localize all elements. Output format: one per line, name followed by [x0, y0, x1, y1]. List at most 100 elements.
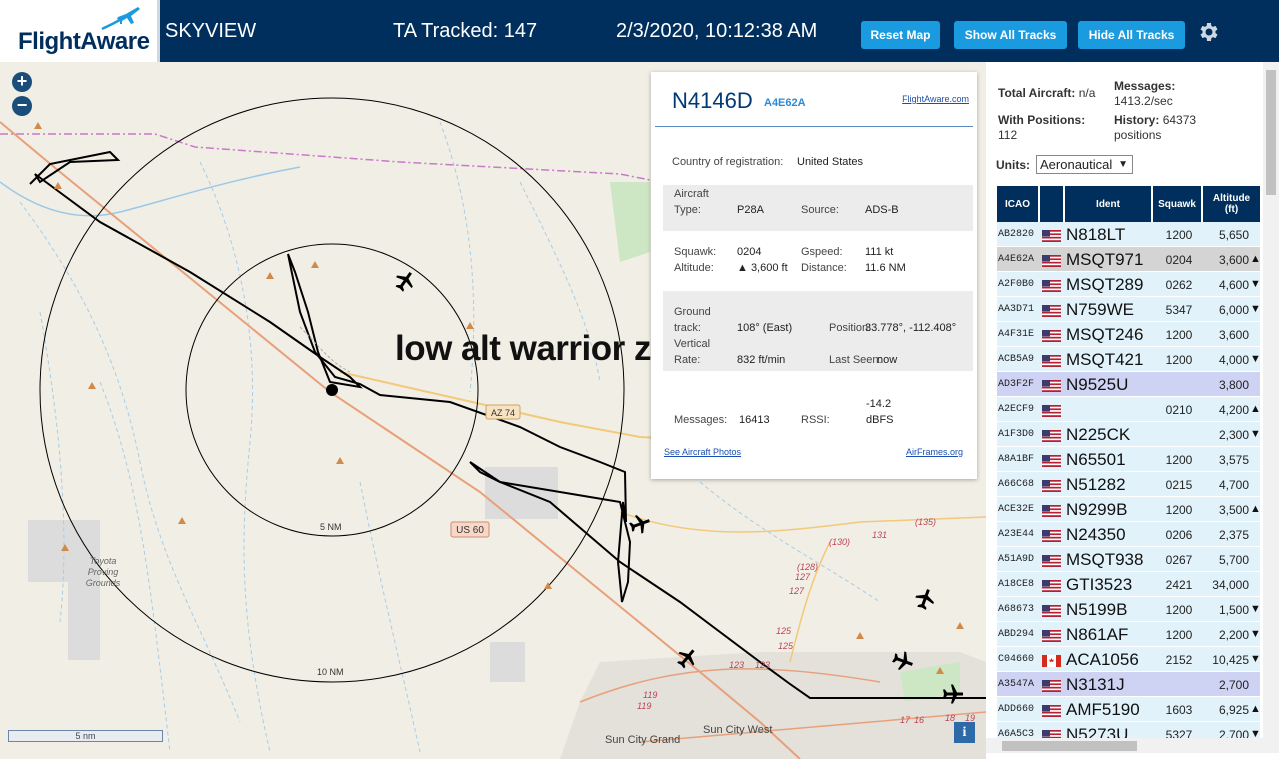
table-row[interactable]: A18CE8 GTI3523 2421 34,000 [997, 572, 1260, 597]
rssi-value: -14.2 [866, 398, 892, 410]
table-row[interactable]: ADD660 AMF5190 1603 6,925 ▲ [997, 697, 1261, 722]
gear-icon[interactable] [1196, 20, 1220, 44]
icao-cell: A4F31E [998, 329, 1035, 340]
vertical-rate-value: 832 ft/min [737, 354, 786, 366]
scale-bar-label: 5 nm [75, 731, 96, 741]
squawk-cell: 2421 [1165, 578, 1193, 592]
boundary-line [0, 133, 651, 181]
altitude-cell: 2,300 [1218, 428, 1249, 442]
scrollbar-thumb[interactable] [1266, 70, 1276, 195]
road-label: 127 [789, 586, 805, 596]
column-ident[interactable]: Ident [1065, 186, 1153, 222]
logo-text: FlightAware [18, 28, 150, 55]
airframes-link[interactable]: AirFrames.org [906, 447, 963, 457]
squawk-cell: 1200 [1165, 353, 1193, 367]
table-row[interactable]: A66C68 N51282 0215 4,700 [997, 472, 1260, 497]
table-row[interactable]: AD3F2F N9525U 3,800 [997, 372, 1260, 397]
us-flag-icon [1042, 354, 1061, 367]
ident-cell: MSQT246 [1066, 325, 1144, 344]
table-row[interactable]: A2F0B0 MSQT289 0262 4,600 ▼ [997, 272, 1261, 297]
ident-cell: N51282 [1066, 475, 1126, 494]
column-altitude[interactable]: Altitude (ft) [1203, 186, 1260, 222]
messages-stat-label: Messages: [1114, 79, 1176, 93]
flightaware-logo[interactable]: FlightAware [0, 0, 160, 62]
ident-cell: N818LT [1066, 225, 1126, 244]
table-row[interactable]: A4E62A MSQT971 0204 3,600 ▲ [997, 247, 1261, 272]
altitude-cell: 4,000 [1218, 353, 1249, 367]
squawk-cell: 2152 [1165, 653, 1193, 667]
history-stat: History: 64373 [1114, 113, 1196, 127]
table-row[interactable]: A2ECF9 0210 4,200 ▲ [997, 397, 1261, 422]
vertical-scrollbar[interactable] [1263, 62, 1279, 738]
table-row[interactable]: A3547A N3131J 2,700 [997, 672, 1260, 697]
column-flag[interactable] [1040, 186, 1065, 222]
zoom-out-button[interactable]: − [12, 96, 32, 116]
table-row[interactable]: A1F3D0 N225CK 2,300 ▼ [997, 422, 1261, 447]
road-label: 119 [637, 701, 651, 711]
altitude-cell: 2,200 [1218, 628, 1249, 642]
squawk-cell: 1200 [1165, 503, 1193, 517]
ident-cell: GTI3523 [1066, 575, 1133, 594]
river [0, 166, 301, 217]
us-flag-icon [1042, 429, 1061, 442]
vertical-trend-icon: ▲ [1250, 503, 1261, 515]
zoom-in-button[interactable]: + [12, 72, 32, 92]
ground-track-value: 108° (East) [737, 322, 793, 334]
aircraft-type-label: Aircraft [674, 188, 709, 200]
table-row[interactable]: ABD294 N861AF 1200 2,200 ▼ [997, 622, 1261, 647]
aircraft-icon[interactable] [913, 586, 938, 611]
rssi-label: RSSI: [801, 414, 830, 426]
squawk-cell: 0206 [1165, 528, 1193, 542]
table-row[interactable]: A4F31E MSQT246 1200 3,600 [997, 322, 1260, 347]
road-127 [789, 541, 831, 663]
table-row[interactable]: A23E44 N24350 0206 2,375 [997, 522, 1260, 547]
table-row[interactable]: A51A9D MSQT938 0267 5,700 [997, 547, 1260, 572]
scrollbar-thumb[interactable] [1002, 741, 1137, 751]
squawk-cell: 0210 [1165, 403, 1193, 417]
icao-cell: ACE32E [998, 504, 1035, 515]
selected-icao: A4E62A [764, 97, 806, 109]
icao-cell: ACB5A9 [998, 354, 1035, 365]
show-all-tracks-button[interactable]: Show All Tracks [954, 21, 1067, 49]
us-flag-icon [1042, 454, 1061, 467]
country-row: Country of registration: United States [663, 156, 973, 174]
table-row[interactable]: C04660 ACA1056 2152 10,425 ▼ [997, 647, 1261, 672]
table-row[interactable]: A8A1BF N65501 1200 3,575 [997, 447, 1260, 472]
road-label: 119 [643, 690, 657, 700]
icao-cell: A3547A [998, 679, 1035, 690]
road-label: 16 [914, 715, 924, 725]
aircraft-icon[interactable] [391, 267, 418, 294]
us-flag-icon [1042, 279, 1061, 292]
icao-cell: ABD294 [998, 629, 1035, 640]
horizontal-scrollbar[interactable] [986, 738, 1279, 753]
us-flag-icon [1042, 704, 1061, 717]
altitude-cell: 3,600 [1218, 328, 1249, 342]
altitude-cell: 3,800 [1218, 378, 1249, 392]
icao-cell: A2F0B0 [998, 279, 1035, 290]
table-row[interactable]: A68673 N5199B 1200 1,500 ▼ [997, 597, 1261, 622]
ident-cell: N861AF [1066, 625, 1129, 644]
column-squawk[interactable]: Squawk [1153, 186, 1203, 222]
table-row[interactable]: ACE32E N9299B 1200 3,500 ▲ [997, 497, 1261, 522]
squawk-value: 0204 [737, 246, 762, 258]
flightaware-link[interactable]: FlightAware.com [902, 94, 969, 104]
icao-cell: AB2820 [998, 229, 1035, 240]
reset-map-button[interactable]: Reset Map [861, 21, 940, 49]
vertical-rate-label: Vertical [674, 338, 711, 350]
column-altitude-unit: (ft) [1224, 204, 1239, 215]
table-row[interactable]: AB2820 N818LT 1200 5,650 [997, 222, 1260, 247]
table-row[interactable]: AA3D71 N759WE 5347 6,000 ▼ [997, 297, 1261, 322]
total-aircraft-stat: Total Aircraft: n/a [998, 86, 1095, 100]
column-icao[interactable]: ICAO [997, 186, 1040, 222]
with-positions-value: 112 [998, 128, 1018, 142]
units-select[interactable]: Aeronautical ▼ [1036, 155, 1133, 174]
aircraft-photos-link[interactable]: See Aircraft Photos [664, 447, 741, 457]
icao-cell: ADD660 [998, 704, 1035, 715]
map-info-button[interactable]: i [954, 722, 975, 743]
chevron-down-icon: ▼ [1118, 159, 1128, 170]
last-seen-value: now [877, 354, 898, 366]
place-label: Grounds [86, 578, 121, 588]
road-label: 17 [900, 715, 911, 725]
table-row[interactable]: ACB5A9 MSQT421 1200 4,000 ▼ [997, 347, 1261, 372]
hide-all-tracks-button[interactable]: Hide All Tracks [1078, 21, 1185, 49]
